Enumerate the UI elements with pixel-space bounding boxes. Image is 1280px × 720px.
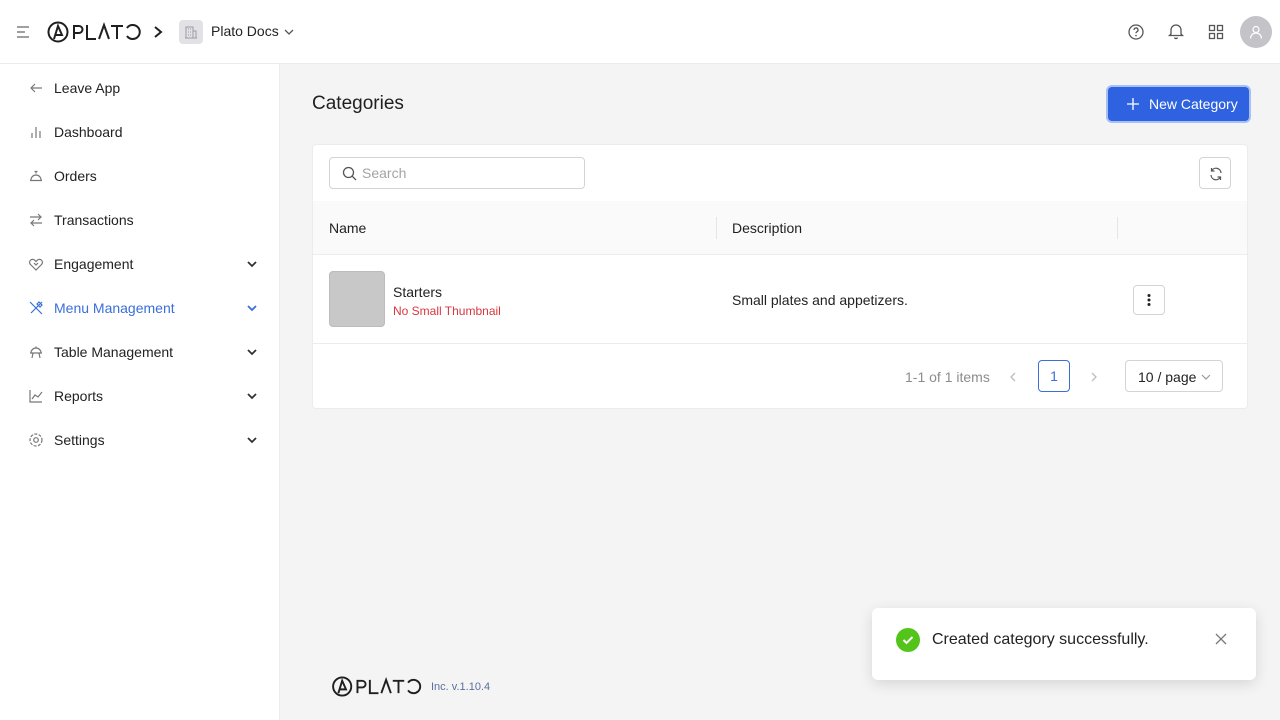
category-thumbnail-placeholder [329, 271, 385, 327]
bar-chart-icon [31, 127, 41, 138]
chevron-right-icon [154, 26, 163, 38]
search-input[interactable] [362, 164, 572, 182]
row-actions-button[interactable] [1133, 285, 1165, 315]
sidebar-item-label: Menu Management [54, 300, 175, 316]
pagination-total: 1-1 of 1 items [905, 369, 990, 385]
apps-grid-icon[interactable] [1206, 22, 1226, 42]
categories-table-card: Name Description Starters No Small Thumb… [312, 144, 1248, 409]
sidebar-item-dashboard[interactable]: Dashboard [0, 110, 279, 154]
bell-icon[interactable] [1166, 21, 1186, 41]
heart-handshake-icon [29, 258, 43, 271]
chevron-down-icon[interactable] [246, 259, 258, 269]
page-size-select[interactable]: 10 / page [1125, 360, 1223, 392]
sidebar-item-label: Reports [54, 388, 104, 404]
thumbnail-warning: No Small Thumbnail [393, 304, 501, 318]
category-name: Starters [393, 284, 443, 300]
more-vertical-icon [1147, 294, 1151, 306]
sidebar-item-label: Table Management [54, 344, 174, 360]
chevron-down-icon[interactable] [246, 391, 258, 401]
check-circle-icon [896, 628, 920, 652]
sidebar-item-leave-app[interactable]: Leave App [0, 66, 279, 110]
refresh-icon [1210, 167, 1222, 181]
gear-icon [29, 433, 43, 447]
chevron-right-icon[interactable] [1088, 370, 1100, 384]
column-header-name[interactable]: Name [329, 220, 366, 236]
page-size-value: 10 / page [1138, 369, 1197, 385]
user-icon [1249, 25, 1263, 39]
top-header: Plato Docs [0, 0, 1280, 64]
cloche-icon [30, 170, 42, 182]
sidebar-item-orders[interactable]: Orders [0, 154, 279, 198]
table-header: Name Description [313, 201, 1247, 255]
chevron-left-icon[interactable] [1007, 370, 1019, 384]
avatar[interactable] [1240, 16, 1272, 48]
arrow-left-icon [30, 83, 42, 93]
sidebar-item-label: Leave App [54, 80, 121, 96]
new-category-label: New Category [1149, 96, 1238, 112]
chevron-down-icon[interactable] [246, 347, 258, 357]
sidebar-item-table-management[interactable]: Table Management [0, 330, 279, 374]
column-header-description[interactable]: Description [732, 220, 802, 236]
sidebar-item-label: Settings [54, 432, 105, 448]
chevron-down-icon[interactable] [246, 435, 258, 445]
org-building-icon[interactable] [179, 20, 203, 44]
refresh-button[interactable] [1199, 157, 1231, 189]
category-description: Small plates and appetizers. [732, 292, 908, 308]
column-divider [1117, 217, 1118, 239]
plus-icon [1127, 98, 1139, 110]
search-icon [342, 166, 357, 181]
close-icon[interactable] [1214, 632, 1228, 646]
plato-footer-logo [332, 676, 422, 697]
sidebar-item-engagement[interactable]: Engagement [0, 242, 279, 286]
sidebar-item-menu-management[interactable]: Menu Management [0, 286, 279, 330]
menu-collapse-icon[interactable] [16, 24, 32, 40]
line-chart-icon [29, 390, 43, 403]
table-bell-icon [30, 346, 42, 359]
column-divider [716, 217, 717, 239]
search-box[interactable] [329, 157, 585, 189]
chevron-down-icon[interactable] [283, 27, 295, 37]
plato-logo[interactable] [47, 21, 143, 43]
sidebar: Leave App Dashboard Orders Transactions … [0, 64, 280, 720]
chevron-down-icon[interactable] [246, 303, 258, 313]
new-category-button[interactable]: New Category [1108, 87, 1249, 121]
org-name[interactable]: Plato Docs [211, 23, 279, 39]
success-toast: Created category successfully. [872, 608, 1256, 680]
sidebar-item-settings[interactable]: Settings [0, 418, 279, 462]
sidebar-item-transactions[interactable]: Transactions [0, 198, 279, 242]
page-title: Categories [312, 93, 404, 114]
sidebar-item-label: Orders [54, 168, 97, 184]
sidebar-item-reports[interactable]: Reports [0, 374, 279, 418]
table-row[interactable]: Starters No Small Thumbnail Small plates… [313, 256, 1247, 344]
swap-icon [30, 213, 42, 227]
sidebar-item-label: Dashboard [54, 124, 123, 140]
sidebar-item-label: Transactions [54, 212, 134, 228]
sidebar-item-label: Engagement [54, 256, 134, 272]
pagination-page-1[interactable]: 1 [1038, 360, 1070, 392]
help-icon[interactable] [1126, 22, 1146, 42]
utensils-icon [29, 301, 43, 315]
chevron-down-icon [1201, 374, 1211, 380]
app-version: Inc. v.1.10.4 [431, 681, 491, 693]
toast-message: Created category successfully. [932, 631, 1149, 648]
